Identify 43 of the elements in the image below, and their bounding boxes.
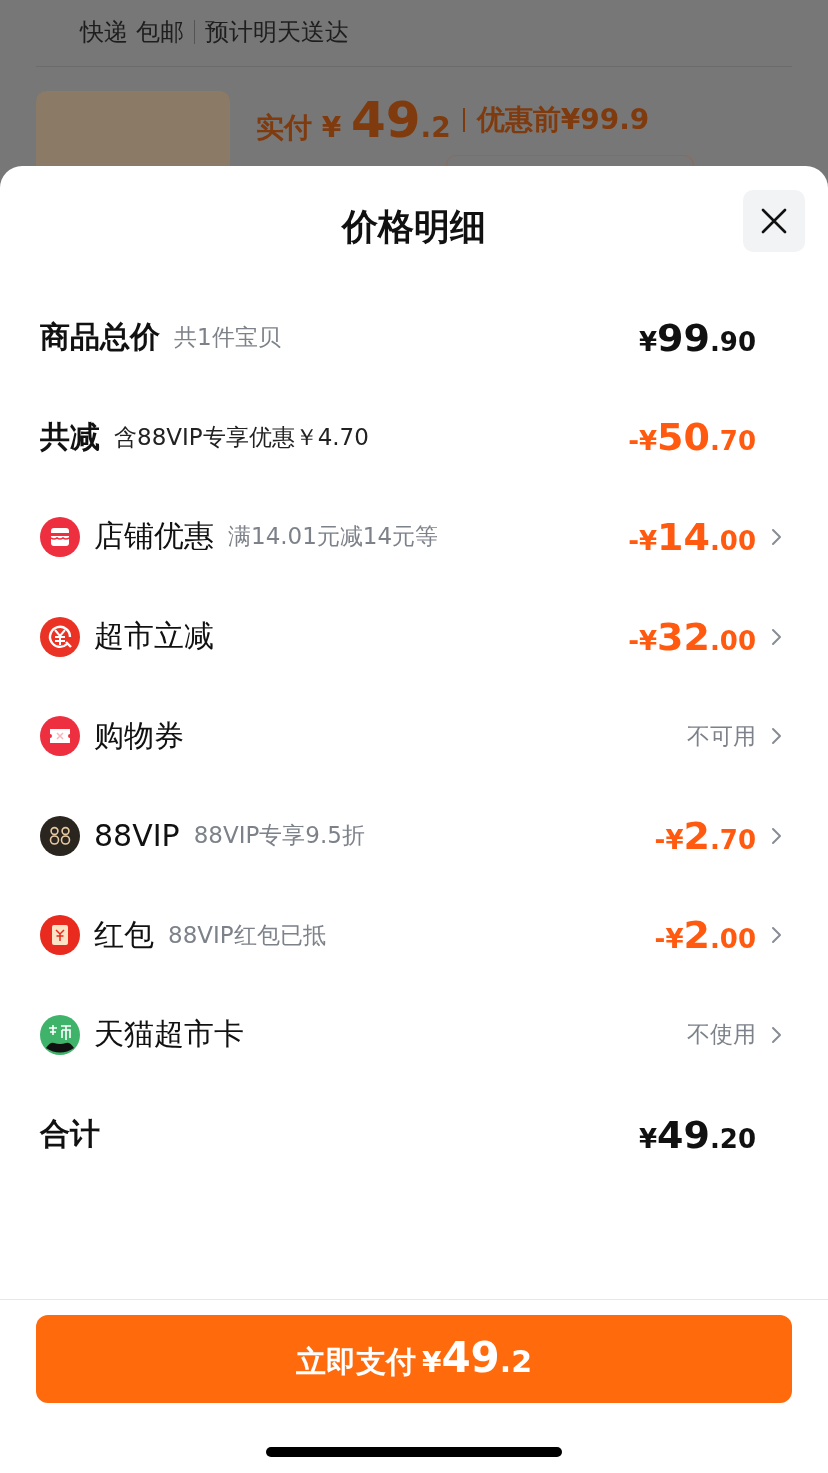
status-text: 不可用	[687, 721, 756, 751]
row-label: 天猫超市卡	[94, 1015, 244, 1054]
row-label: 超市立减	[94, 617, 214, 656]
delivery-text: 预计明天送达	[204, 17, 349, 48]
envelope-icon	[40, 915, 80, 956]
chevron-right-icon[interactable]	[771, 926, 782, 945]
chevron-right-icon[interactable]	[771, 1025, 782, 1044]
vip-badge-icon	[40, 815, 80, 856]
yuan-coin-icon	[40, 616, 80, 657]
chevron-right-icon[interactable]	[771, 826, 782, 845]
row-label: 共减	[40, 417, 100, 456]
amount-value: -¥2.00	[654, 913, 756, 958]
status-text: 不使用	[687, 1020, 756, 1050]
row-label: 88VIP	[94, 818, 180, 854]
paid-price: 实付 ¥ 49.2	[256, 91, 451, 149]
row-note: 88VIP专享9.5折	[193, 821, 365, 851]
row-label: 店铺优惠	[94, 517, 214, 556]
close-button[interactable]	[743, 190, 805, 252]
amount-value: ¥49.20	[638, 1112, 756, 1157]
row-label: 合计	[40, 1115, 100, 1154]
shop-icon	[40, 517, 80, 557]
chevron-right-icon[interactable]	[771, 627, 782, 646]
close-icon	[760, 207, 788, 235]
amount-value: -¥14.00	[628, 515, 756, 559]
shipping-text: 快递 包邮	[80, 17, 184, 48]
pay-now-button[interactable]: 立即支付 ¥49.2	[36, 1315, 792, 1403]
row-label: 购物券	[94, 716, 184, 755]
chevron-right-icon[interactable]	[771, 528, 782, 546]
row-note: 共1件宝贝	[174, 323, 281, 353]
ticket-icon	[40, 716, 80, 757]
row-note: 满14.01元减14元等	[228, 522, 439, 552]
row-note: 含88VIP专享优惠￥4.70	[114, 422, 369, 452]
row-label: 红包	[94, 915, 154, 954]
amount-value: -¥50.70	[628, 415, 756, 460]
row-label: 商品总价	[40, 318, 160, 357]
amount-value: ¥99.90	[638, 315, 756, 360]
sheet-title: 价格明细	[342, 204, 486, 249]
amount-value: -¥32.00	[628, 614, 756, 659]
original-price: 优惠前¥99.9	[476, 102, 650, 138]
amount-value: -¥2.70	[654, 813, 756, 858]
row-note: 88VIP红包已抵	[168, 920, 326, 950]
supermarket-card-icon	[40, 1014, 80, 1055]
chevron-right-icon[interactable]	[771, 727, 782, 746]
